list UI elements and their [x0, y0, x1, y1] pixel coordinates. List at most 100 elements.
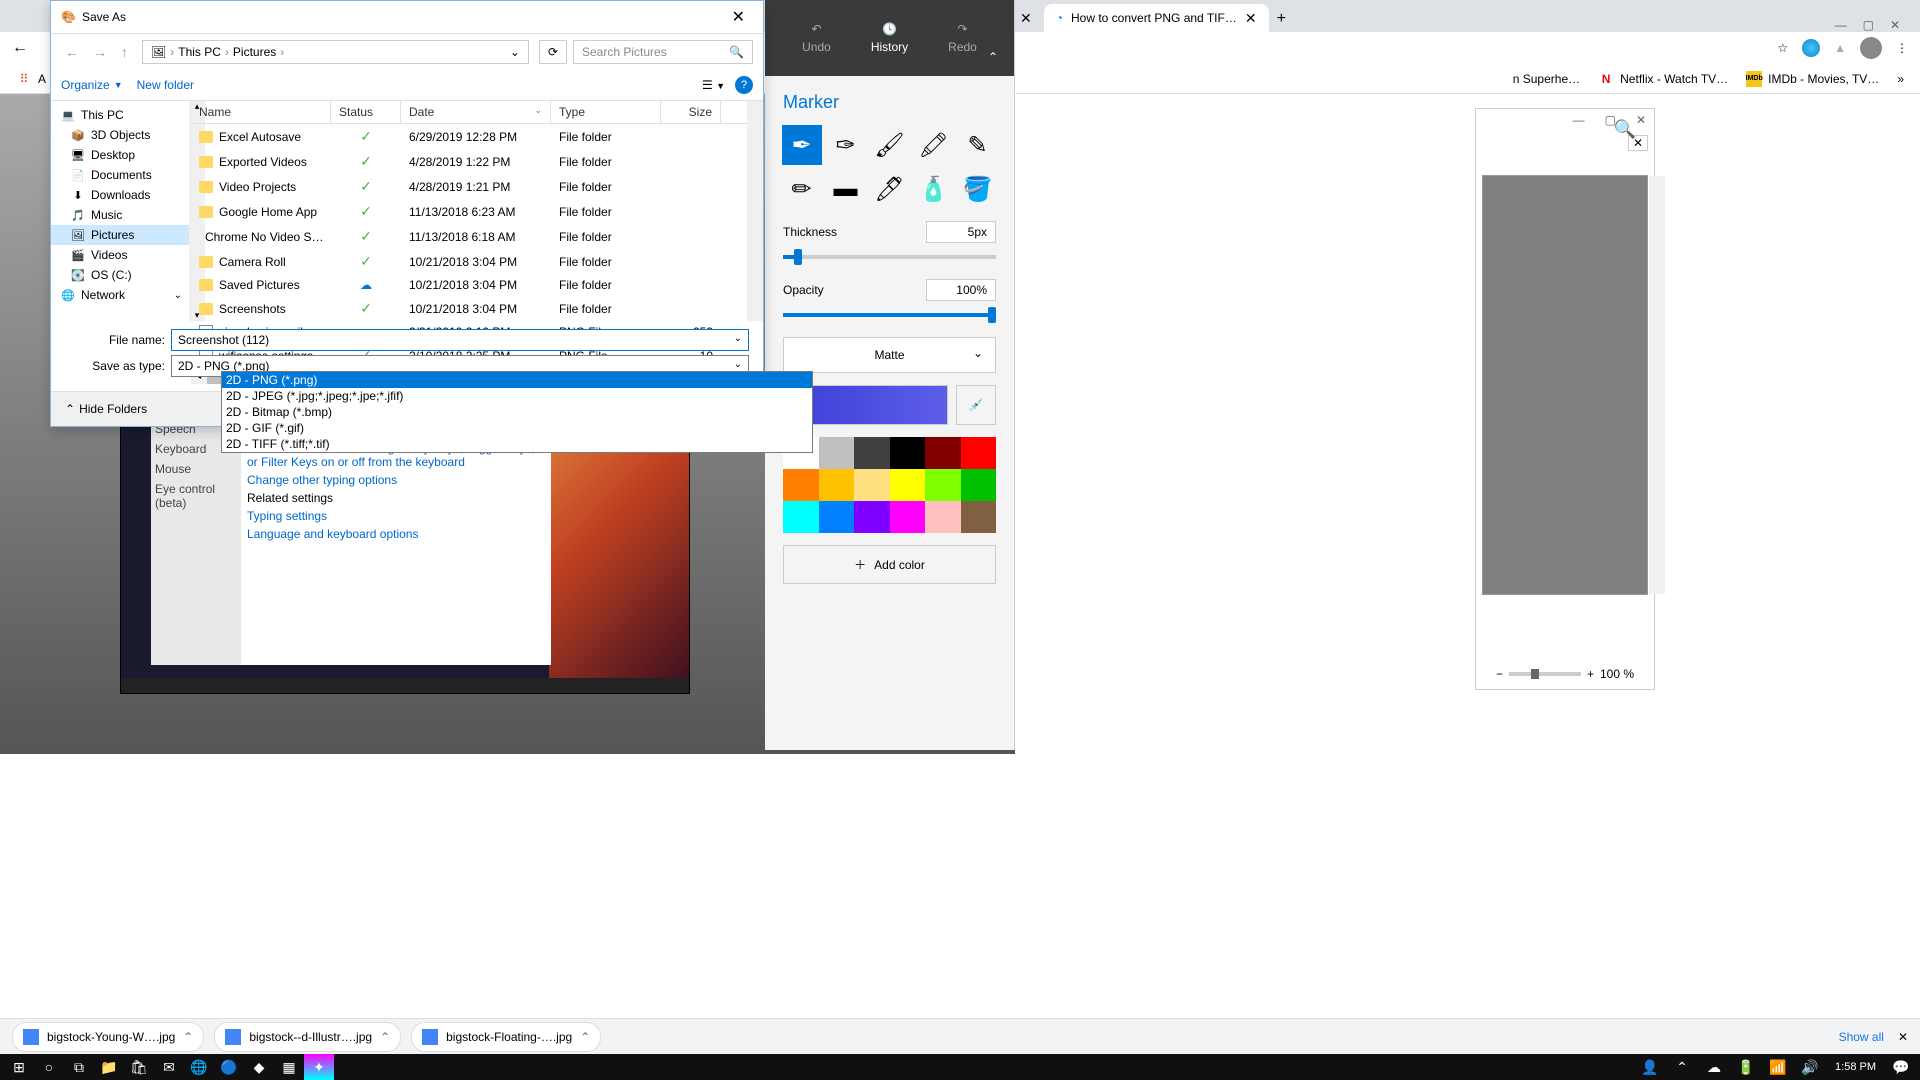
file-type-option[interactable]: 2D - TIFF (*.tiff;*.tif)	[222, 436, 812, 452]
color-swatch[interactable]	[890, 501, 926, 533]
hide-folders-button[interactable]: ⌃ Hide Folders	[65, 402, 147, 416]
sidebar-item-3d-objects[interactable]: 📦3D Objects	[51, 125, 190, 145]
profile-avatar[interactable]	[1860, 37, 1882, 59]
bookmark-netflix[interactable]: NNetflix - Watch TV…	[1598, 71, 1728, 87]
window-maximize-icon[interactable]: ▢	[1863, 18, 1874, 32]
window-minimize-icon[interactable]: —	[1835, 18, 1847, 32]
download-item[interactable]: bigstock-Young-W….jpg⌃	[12, 1022, 204, 1052]
edge-icon[interactable]: 🔵	[214, 1054, 244, 1080]
back-button[interactable]: ←	[12, 39, 28, 57]
file-row[interactable]: Google Home App✓11/13/2018 6:23 AMFile f…	[191, 199, 747, 224]
file-type-option[interactable]: 2D - PNG (*.png)	[222, 372, 812, 388]
bookmark-imdb[interactable]: IMDbIMDb - Movies, TV…	[1746, 71, 1879, 87]
bookmarks-overflow-icon[interactable]: »	[1897, 72, 1904, 86]
new-tab-button[interactable]: +	[1269, 6, 1294, 32]
color-swatch[interactable]	[890, 437, 926, 469]
extension-icon[interactable]	[1802, 39, 1820, 57]
vertical-scrollbar[interactable]	[1649, 176, 1665, 594]
column-size[interactable]: Size	[661, 101, 721, 123]
window-close-icon[interactable]: ✕	[1890, 18, 1900, 32]
file-row[interactable]: Saved Pictures☁10/21/2018 3:04 PMFile fo…	[191, 274, 747, 296]
paint3d-icon[interactable]: ✦	[304, 1054, 334, 1080]
notifications-icon[interactable]: 💬	[1886, 1054, 1916, 1080]
color-swatch[interactable]	[819, 437, 855, 469]
color-swatch[interactable]	[890, 469, 926, 501]
zoom-control[interactable]: − + 100 %	[1496, 667, 1634, 681]
sidebar-item-pictures[interactable]: 🖼Pictures	[51, 225, 190, 245]
color-swatch[interactable]	[819, 469, 855, 501]
marker-tool[interactable]: ✒	[782, 125, 822, 165]
eraser-tool[interactable]: ▬	[826, 169, 866, 209]
start-button[interactable]: ⊞	[4, 1054, 34, 1080]
file-type-option[interactable]: 2D - JPEG (*.jpg;*.jpeg;*.jpe;*.jfif)	[222, 388, 812, 404]
nav-forward-icon[interactable]: →	[89, 42, 111, 62]
new-folder-button[interactable]: New folder	[137, 78, 194, 92]
column-status[interactable]: Status	[331, 101, 401, 123]
file-row[interactable]: Camera Roll✓10/21/2018 3:04 PMFile folde…	[191, 249, 747, 274]
task-view-icon[interactable]: ⧉	[64, 1054, 94, 1080]
refresh-button[interactable]: ⟳	[539, 40, 567, 64]
color-swatch[interactable]	[925, 501, 961, 533]
fill-tool[interactable]: 🪣	[958, 169, 998, 209]
column-date[interactable]: Date ⌄	[401, 101, 551, 123]
close-downloads-icon[interactable]: ✕	[1898, 1030, 1908, 1044]
folder-tree[interactable]: 💻This PC📦3D Objects🖥Desktop📄Documents⬇Do…	[51, 101, 191, 321]
color-swatch[interactable]	[783, 469, 819, 501]
column-name[interactable]: Name	[191, 101, 331, 123]
download-item[interactable]: bigstock--d-Illustr….jpg⌃	[214, 1022, 401, 1052]
help-icon[interactable]: ?	[735, 76, 753, 94]
organize-button[interactable]: Organize ▼	[61, 78, 123, 92]
eyedropper-button[interactable]: 💉	[956, 385, 996, 425]
show-all-downloads[interactable]: Show all	[1839, 1030, 1884, 1044]
file-row[interactable]: Chrome No Video S…✓11/13/2018 6:18 AMFil…	[191, 224, 747, 249]
mail-icon[interactable]: ✉	[154, 1054, 184, 1080]
cortana-icon[interactable]: ○	[34, 1054, 64, 1080]
collapse-chevron-icon[interactable]: ⌃	[988, 50, 998, 64]
zoom-out-icon[interactable]: −	[1496, 667, 1503, 681]
sidebar-item-videos[interactable]: 🎬Videos	[51, 245, 190, 265]
color-swatch[interactable]	[854, 437, 890, 469]
pencil-tool[interactable]: ✏	[782, 169, 822, 209]
app-icon[interactable]: ▦	[274, 1054, 304, 1080]
sidebar-item-network[interactable]: 🌐Network⌄	[51, 285, 190, 305]
menu-icon[interactable]: ⋮	[1896, 41, 1908, 55]
opacity-value[interactable]: 100%	[926, 279, 996, 301]
color-swatch[interactable]	[925, 469, 961, 501]
crayon-tool[interactable]: 🖊	[870, 169, 910, 209]
onedrive-icon[interactable]: ☁	[1699, 1054, 1729, 1080]
calligraphy-tool[interactable]: ✑	[826, 125, 866, 165]
sidebar-item-music[interactable]: 🎵Music	[51, 205, 190, 225]
file-row[interactable]: Exported Videos✓4/28/2019 1:22 PMFile fo…	[191, 149, 747, 174]
chevron-up-icon[interactable]: ⌃	[380, 1030, 390, 1044]
material-dropdown[interactable]: Matte	[783, 337, 996, 373]
download-item[interactable]: bigstock-Floating-….jpg⌃	[411, 1022, 601, 1052]
extension-icon[interactable]: ▲	[1834, 41, 1846, 55]
file-row[interactable]: Screenshots✓10/21/2018 3:04 PMFile folde…	[191, 296, 747, 321]
column-type[interactable]: Type	[551, 101, 661, 123]
editor-canvas[interactable]	[1482, 175, 1648, 595]
thickness-slider[interactable]	[783, 255, 996, 259]
color-swatch[interactable]	[854, 469, 890, 501]
view-options-icon[interactable]: ☰ ▼	[702, 78, 725, 92]
file-list-header[interactable]: Name Status Date ⌄ Type Size	[191, 101, 747, 124]
file-type-option[interactable]: 2D - Bitmap (*.bmp)	[222, 404, 812, 420]
color-swatch[interactable]	[854, 501, 890, 533]
bookmark-item[interactable]: n Superhe…	[1513, 72, 1580, 86]
file-row[interactable]: Excel Autosave✓6/29/2019 12:28 PMFile fo…	[191, 124, 747, 149]
add-color-button[interactable]: ＋Add color	[783, 545, 996, 584]
apps-button[interactable]: ⠿A	[16, 71, 46, 87]
nav-up-icon[interactable]: ↑	[117, 42, 132, 62]
sidebar-item-documents[interactable]: 📄Documents	[51, 165, 190, 185]
tab-close-icon[interactable]: ✕	[1020, 10, 1032, 27]
breadcrumb-segment[interactable]: Pictures	[233, 45, 276, 59]
spray-tool[interactable]: 🧴	[914, 169, 954, 209]
taskbar-clock[interactable]: 1:58 PM	[1827, 1061, 1884, 1073]
browser-tab-active[interactable]: ◔ How to convert PNG and TIF… ✕	[1044, 4, 1269, 32]
sidebar-item-os--c--[interactable]: 💽OS (C:)	[51, 265, 190, 285]
file-list-vscroll[interactable]	[747, 101, 763, 321]
app-icon[interactable]: ◆	[244, 1054, 274, 1080]
undo-button[interactable]: ↶Undo	[802, 22, 831, 54]
file-type-option[interactable]: 2D - GIF (*.gif)	[222, 420, 812, 436]
search-icon[interactable]: 🔍	[1610, 114, 1640, 144]
tab-close-icon[interactable]: ✕	[1245, 10, 1257, 27]
